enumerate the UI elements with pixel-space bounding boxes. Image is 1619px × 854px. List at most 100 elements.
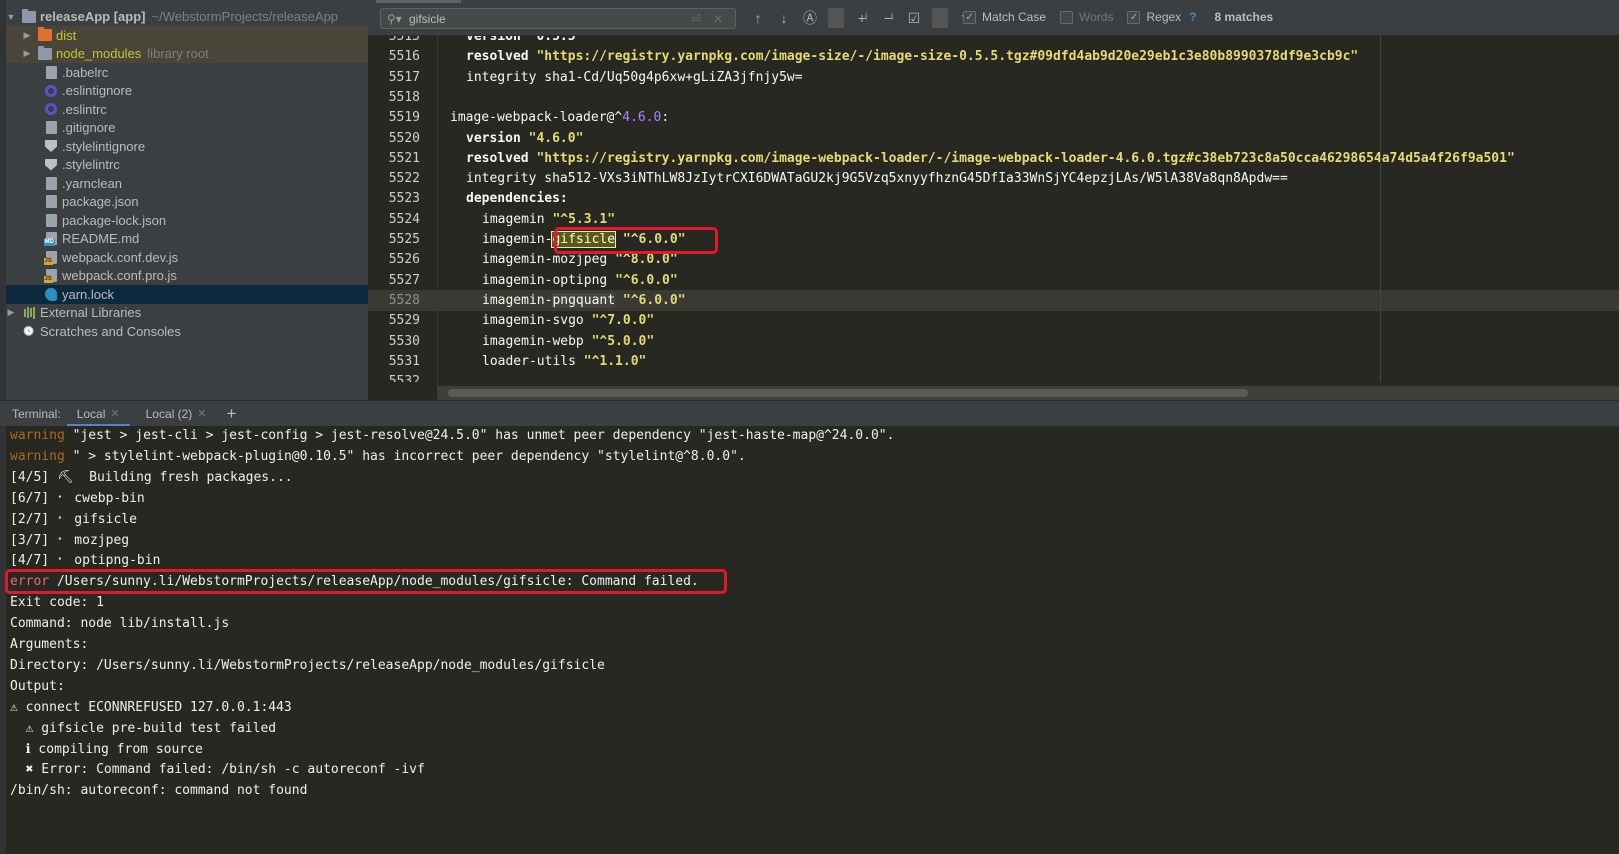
line-number: 5529 xyxy=(388,313,420,329)
tree-item[interactable]: .babelrc xyxy=(6,63,368,82)
line-content: imagemin-pngquant "^6.0.0" xyxy=(482,290,686,311)
scrollbar-thumb[interactable] xyxy=(448,389,1248,397)
search-history-icon[interactable]: ⚲▾ xyxy=(387,12,402,26)
code-line: 5520 version "4.6.0" xyxy=(368,128,1619,149)
add-selection-next-icon[interactable]: +ͥ xyxy=(854,10,870,26)
tree-item[interactable]: JS webpack.conf.dev.js xyxy=(6,248,368,267)
match-case-checkbox[interactable]: ✓ Match Case xyxy=(963,10,1046,24)
unselect-occurrence-icon[interactable]: −ͥ xyxy=(880,10,896,26)
file-badge: JS xyxy=(43,257,53,265)
terminal-line: warning " > stylelint-webpack-plugin@0.1… xyxy=(10,446,746,467)
tree-item[interactable]: MD README.md xyxy=(6,229,368,248)
chevron-right-icon[interactable]: ▶ xyxy=(6,307,16,318)
shield-shape xyxy=(45,140,57,152)
tree-item-label: .gitignore xyxy=(62,120,116,135)
close-tab-icon[interactable]: ✕ xyxy=(110,407,119,420)
project-name: releaseApp [app] xyxy=(40,9,146,24)
search-match: pngquant xyxy=(552,292,616,308)
select-all-matches-icon[interactable]: ☑ xyxy=(906,10,922,27)
code-line: 5530 imagemin-webp "^5.0.0" xyxy=(368,331,1619,352)
terminal-tab-local-2[interactable]: Local (2) ✕ xyxy=(136,401,217,427)
terminal-text: [2/7] ⠂ gifsicle xyxy=(10,511,137,527)
yaml-string: "https://registry.yarnpkg.com/image-webp… xyxy=(536,150,1515,166)
dependency-name: imagemin-svgo xyxy=(482,313,592,329)
tree-item[interactable]: .eslintrc xyxy=(6,100,368,119)
search-input[interactable] xyxy=(409,11,691,26)
code-line: 5523 dependencies: xyxy=(368,188,1619,209)
line-content: dependencies: xyxy=(466,188,568,209)
tree-item[interactable]: yarn.lock xyxy=(6,284,368,304)
terminal-text: [3/7] ⠂ mozjpeg xyxy=(10,532,130,548)
tree-item[interactable]: .stylelintignore xyxy=(6,137,368,156)
line-number: 5532 xyxy=(388,374,420,382)
editor-panel: 5515 version "0.5.5" 5516 resolved "https:/… xyxy=(368,0,1619,400)
document-shape: JS xyxy=(43,250,57,265)
terminal-line: ℹ compiling from source xyxy=(10,739,203,760)
chevron-right-icon[interactable]: ▶ xyxy=(22,30,32,41)
terminal-line: ⚠ gifsicle pre-build test failed xyxy=(10,718,276,739)
terminal-line: Command: node lib/install.js xyxy=(10,613,229,634)
code-area[interactable]: 5515 version "0.5.5" 5516 resolved "https:/… xyxy=(368,26,1619,382)
yaml-key: integrity xyxy=(466,171,545,187)
yaml-string: "https://registry.yarnpkg.com/image-size… xyxy=(536,49,1359,65)
shield-shape xyxy=(45,158,57,171)
chevron-right-icon[interactable]: ▶ xyxy=(22,48,32,59)
tree-item[interactable]: package.json xyxy=(6,192,368,211)
checkbox-checked-icon[interactable]: ✓ xyxy=(1127,10,1141,24)
horizontal-scrollbar[interactable] xyxy=(438,386,1619,400)
tree-item[interactable]: .stylelintrc xyxy=(6,155,368,174)
javascript-icon: JS xyxy=(43,250,58,265)
select-all-occurrences-icon[interactable]: Ⓐ xyxy=(802,8,818,28)
tree-item[interactable]: ▶ node_modules library root xyxy=(6,44,368,63)
folder-shape xyxy=(38,27,52,41)
new-line-icon[interactable]: ⏎ xyxy=(691,12,701,26)
tree-item[interactable]: .yarnclean xyxy=(6,174,368,193)
eslint-icon xyxy=(44,84,58,98)
tree-item-external-libraries[interactable]: ▶ External Libraries xyxy=(6,303,368,322)
tree-item[interactable]: JS webpack.conf.pro.js xyxy=(6,266,368,285)
tree-item-scratches[interactable]: 🕓 Scratches and Consoles xyxy=(6,322,368,341)
terminal-text: /bin/sh: autoreconf: command not found xyxy=(10,783,308,799)
tree-item[interactable]: .eslintignore xyxy=(6,81,368,100)
words-checkbox[interactable]: Words xyxy=(1060,10,1113,24)
dependency-name: imagemin- xyxy=(482,232,553,247)
code-line: 5521 resolved "https://registry.yarnpkg.c… xyxy=(368,148,1619,169)
clear-search-icon[interactable]: ✕ xyxy=(713,12,723,26)
close-tab-icon[interactable]: ✕ xyxy=(197,407,206,420)
terminal-text: [6/7] ⠂ cwebp-bin xyxy=(10,490,145,506)
terminal-text: Directory: /Users/sunny.li/WebstormProje… xyxy=(10,657,605,673)
yaml-key: resolved xyxy=(466,49,529,65)
terminal-line: Output: xyxy=(10,676,65,697)
document-shape xyxy=(45,65,57,79)
search-field[interactable]: ⚲▾ ⏎ ✕ xyxy=(380,8,736,29)
log-level-warning: warning xyxy=(10,428,65,443)
previous-occurrence-icon[interactable]: ↑ xyxy=(750,10,766,26)
tree-item[interactable]: ▶ dist xyxy=(6,25,368,45)
line-content: resolved "https://registry.yarnpkg.com/i… xyxy=(466,46,1358,67)
terminal-text: ℹ compiling from source xyxy=(10,741,203,757)
eslint-icon xyxy=(44,102,58,116)
terminal-line: [4/7] ⠂ optipng-bin xyxy=(10,550,160,571)
regex-help-icon[interactable]: ? xyxy=(1189,10,1196,24)
terminal-text: Exit code: 1 xyxy=(10,595,104,611)
tree-root-item[interactable]: ▼ releaseApp [app] ~/WebstormProjects/rele… xyxy=(6,7,368,26)
json-icon xyxy=(44,213,58,227)
chevron-down-icon[interactable]: ▼ xyxy=(6,12,16,22)
regex-checkbox[interactable]: ✓ Regex xyxy=(1127,10,1181,24)
new-terminal-tab-button[interactable]: + xyxy=(227,404,237,424)
dependency-version: "^8.0.0" xyxy=(615,252,678,268)
line-number: 5530 xyxy=(388,333,420,349)
checkbox-checked-icon[interactable]: ✓ xyxy=(963,10,976,24)
terminal-text: Command: node lib/install.js xyxy=(10,616,230,632)
terminal-tab-local[interactable]: Local ✕ xyxy=(66,401,130,427)
terminal-output[interactable]: warning "jest > jest-cli > jest-config >… xyxy=(0,426,1619,854)
tree-item[interactable]: package-lock.json xyxy=(6,211,368,230)
terminal-line: Exit code: 1 xyxy=(10,592,104,613)
next-occurrence-icon[interactable]: ↓ xyxy=(776,10,792,26)
checkbox-unchecked-icon[interactable] xyxy=(1060,10,1074,24)
document-shape xyxy=(45,176,57,190)
tree-item[interactable]: .gitignore xyxy=(6,118,368,137)
dependency-name: imagemin-optipng xyxy=(482,272,616,288)
line-number: 5520 xyxy=(388,130,420,146)
